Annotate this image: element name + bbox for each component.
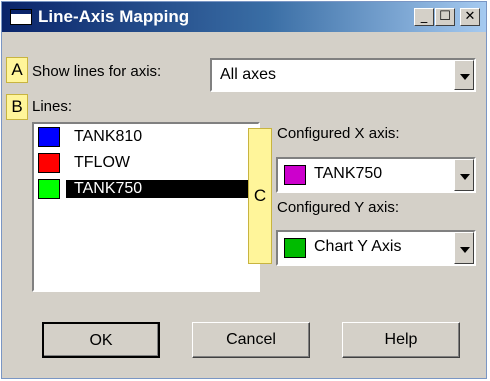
help-button[interactable]: Help (342, 322, 460, 358)
line-name: TFLOW (74, 154, 130, 171)
ok-button[interactable]: OK (42, 322, 160, 358)
title-bar[interactable]: Line-Axis Mapping _ ☐ ✕ (2, 2, 486, 32)
y-axis-label: Configured Y axis: (277, 199, 400, 216)
line-name: TANK750 (66, 180, 254, 198)
dropdown-arrow-icon[interactable] (454, 60, 474, 90)
line-name: TANK810 (74, 128, 143, 145)
cancel-button[interactable]: Cancel (192, 322, 310, 358)
callout-a: A (6, 57, 28, 83)
list-item[interactable]: TFLOW (36, 152, 256, 176)
window-app-icon (10, 9, 32, 25)
show-lines-label: Show lines for axis: (32, 63, 162, 80)
x-axis-dropdown[interactable]: TANK750 (276, 157, 476, 193)
show-lines-value: All axes (220, 66, 277, 83)
show-lines-dropdown[interactable]: All axes (210, 58, 476, 92)
y-axis-dropdown[interactable]: Chart Y Axis (276, 230, 476, 266)
lines-listbox[interactable]: TANK810 TFLOW TANK750 (32, 122, 260, 292)
lines-label: Lines: (32, 98, 73, 115)
color-swatch (38, 179, 60, 199)
dropdown-arrow-icon[interactable] (454, 159, 474, 191)
x-axis-color-swatch (284, 165, 306, 185)
callout-b: B (6, 94, 28, 120)
color-swatch (38, 153, 60, 173)
x-axis-value: TANK750 (314, 165, 383, 182)
close-button[interactable]: ✕ (460, 8, 480, 26)
x-axis-label: Configured X axis: (277, 125, 400, 142)
dropdown-arrow-icon[interactable] (454, 232, 474, 264)
list-item[interactable]: TANK810 (36, 126, 256, 150)
list-item-selected[interactable]: TANK750 (36, 178, 256, 202)
maximize-button[interactable]: ☐ (435, 8, 455, 26)
window-title: Line-Axis Mapping (38, 7, 190, 26)
y-axis-value: Chart Y Axis (314, 238, 402, 255)
minimize-button[interactable]: _ (414, 8, 434, 26)
y-axis-color-swatch (284, 238, 306, 258)
callout-c: C (248, 128, 272, 264)
dialog-window: Line-Axis Mapping _ ☐ ✕ A Show lines for… (1, 1, 487, 379)
color-swatch (38, 127, 60, 147)
